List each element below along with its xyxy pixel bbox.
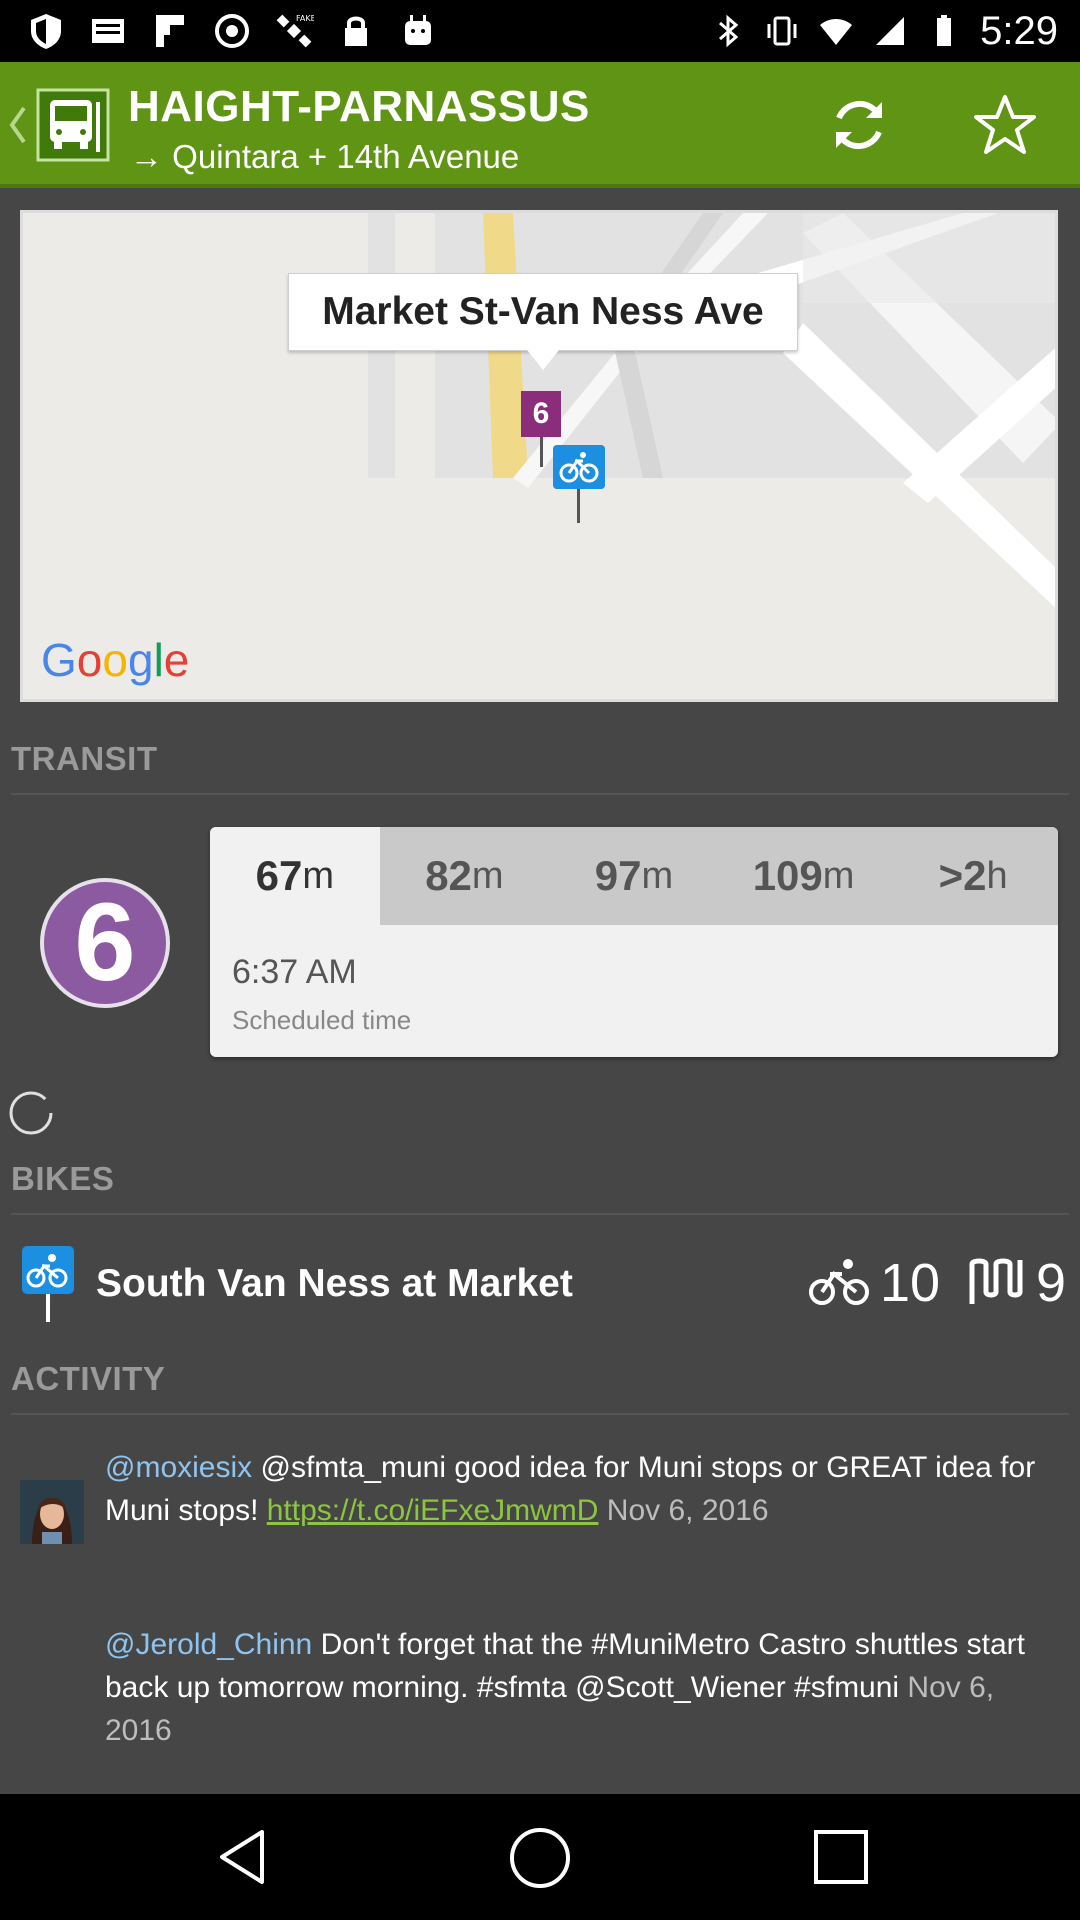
refresh-icon[interactable] bbox=[826, 92, 892, 158]
bike-icon bbox=[809, 1259, 869, 1305]
arrival-tab-5[interactable]: >2 h bbox=[888, 827, 1058, 925]
status-bar: FAKE 5:29 bbox=[0, 0, 1080, 62]
bluetooth-icon bbox=[719, 14, 739, 48]
section-divider bbox=[11, 1413, 1069, 1415]
clock: 5:29 bbox=[980, 8, 1058, 53]
bus-stop-icon[interactable] bbox=[36, 88, 110, 162]
arrival-tab-4[interactable]: 109 m bbox=[719, 827, 889, 925]
signal-icon bbox=[876, 17, 905, 45]
android-icon bbox=[405, 15, 431, 45]
bike-marker-pin bbox=[577, 489, 580, 523]
route-number-badge[interactable]: 6 bbox=[40, 878, 170, 1008]
tweet-handle[interactable]: @Jerold_Chinn bbox=[105, 1628, 312, 1661]
arrival-time-tabs: 67 m 82 m 97 m 109 m >2 h bbox=[210, 827, 1058, 925]
tweet-item: @moxiesix @sfmta_muni good idea for Muni… bbox=[105, 1446, 1060, 1532]
mail-icon bbox=[92, 19, 124, 43]
docks-available-count: 9 bbox=[1036, 1253, 1067, 1313]
satellite-icon: FAKE bbox=[276, 14, 314, 48]
transit-section-header: TRANSIT bbox=[11, 740, 158, 777]
bike-station-icon bbox=[22, 1246, 74, 1322]
nav-home-icon[interactable] bbox=[506, 1824, 574, 1892]
camera-icon bbox=[215, 14, 249, 48]
flipboard-icon bbox=[156, 15, 184, 47]
avatar[interactable] bbox=[20, 1480, 84, 1544]
arrival-times-card: 67 m 82 m 97 m 109 m >2 h 6:37 AM Scheduled t… bbox=[210, 827, 1058, 1057]
bikes-section-header: BIKES bbox=[11, 1160, 115, 1197]
tweet-item: @Jerold_Chinn Don't forget that the #Mun… bbox=[105, 1623, 1060, 1752]
tweet-date: Nov 6, 2016 bbox=[598, 1494, 769, 1527]
section-divider bbox=[11, 1213, 1069, 1215]
arrival-tab-3[interactable]: 97 m bbox=[549, 827, 719, 925]
arrival-tab-2[interactable]: 82 m bbox=[380, 827, 550, 925]
bikes-available-count: 10 bbox=[880, 1253, 941, 1313]
bike-station-marker-icon[interactable] bbox=[553, 445, 605, 489]
wifi-icon bbox=[820, 19, 853, 45]
app-bar: HAIGHT-PARNASSUS → Quintara + 14th Avenu… bbox=[0, 62, 1080, 188]
tweet-link[interactable]: https://t.co/iEFxeJmwmD bbox=[267, 1494, 599, 1527]
nav-recent-apps-icon[interactable] bbox=[810, 1826, 872, 1888]
tweet-handle[interactable]: @moxiesix bbox=[105, 1451, 252, 1484]
shield-icon bbox=[31, 14, 61, 49]
activity-section-header: ACTIVITY bbox=[11, 1360, 166, 1397]
bike-dock-icon bbox=[969, 1258, 1023, 1304]
map-view[interactable]: Market St-Van Ness Ave 6 Google bbox=[20, 210, 1058, 702]
stop-marker-pin bbox=[540, 437, 543, 467]
back-chevron-icon[interactable] bbox=[6, 102, 30, 148]
arrival-tab-1[interactable]: 67 m bbox=[210, 827, 380, 925]
map-callout-tail bbox=[527, 350, 559, 370]
loading-spinner-icon bbox=[9, 1091, 53, 1135]
selected-arrival-time: 6:37 AM bbox=[232, 953, 357, 991]
nav-back-icon[interactable] bbox=[210, 1824, 276, 1890]
battery-icon bbox=[937, 15, 952, 46]
google-logo: Google bbox=[41, 634, 190, 686]
favorite-star-icon[interactable] bbox=[972, 92, 1038, 158]
transit-stop-marker[interactable]: 6 bbox=[521, 391, 561, 437]
vibrate-icon bbox=[767, 16, 797, 46]
route-destination: → Quintara + 14th Avenue bbox=[130, 138, 520, 175]
lock-icon bbox=[345, 16, 367, 46]
navigation-bar bbox=[0, 1794, 1080, 1920]
bike-station-name[interactable]: South Van Ness at Market bbox=[96, 1262, 573, 1306]
map-stop-callout[interactable]: Market St-Van Ness Ave bbox=[288, 273, 798, 351]
arrival-time-label: Scheduled time bbox=[232, 1005, 412, 1035]
route-title: HAIGHT-PARNASSUS bbox=[128, 82, 590, 131]
section-divider bbox=[11, 793, 1069, 795]
svg-text:FAKE: FAKE bbox=[296, 14, 314, 23]
